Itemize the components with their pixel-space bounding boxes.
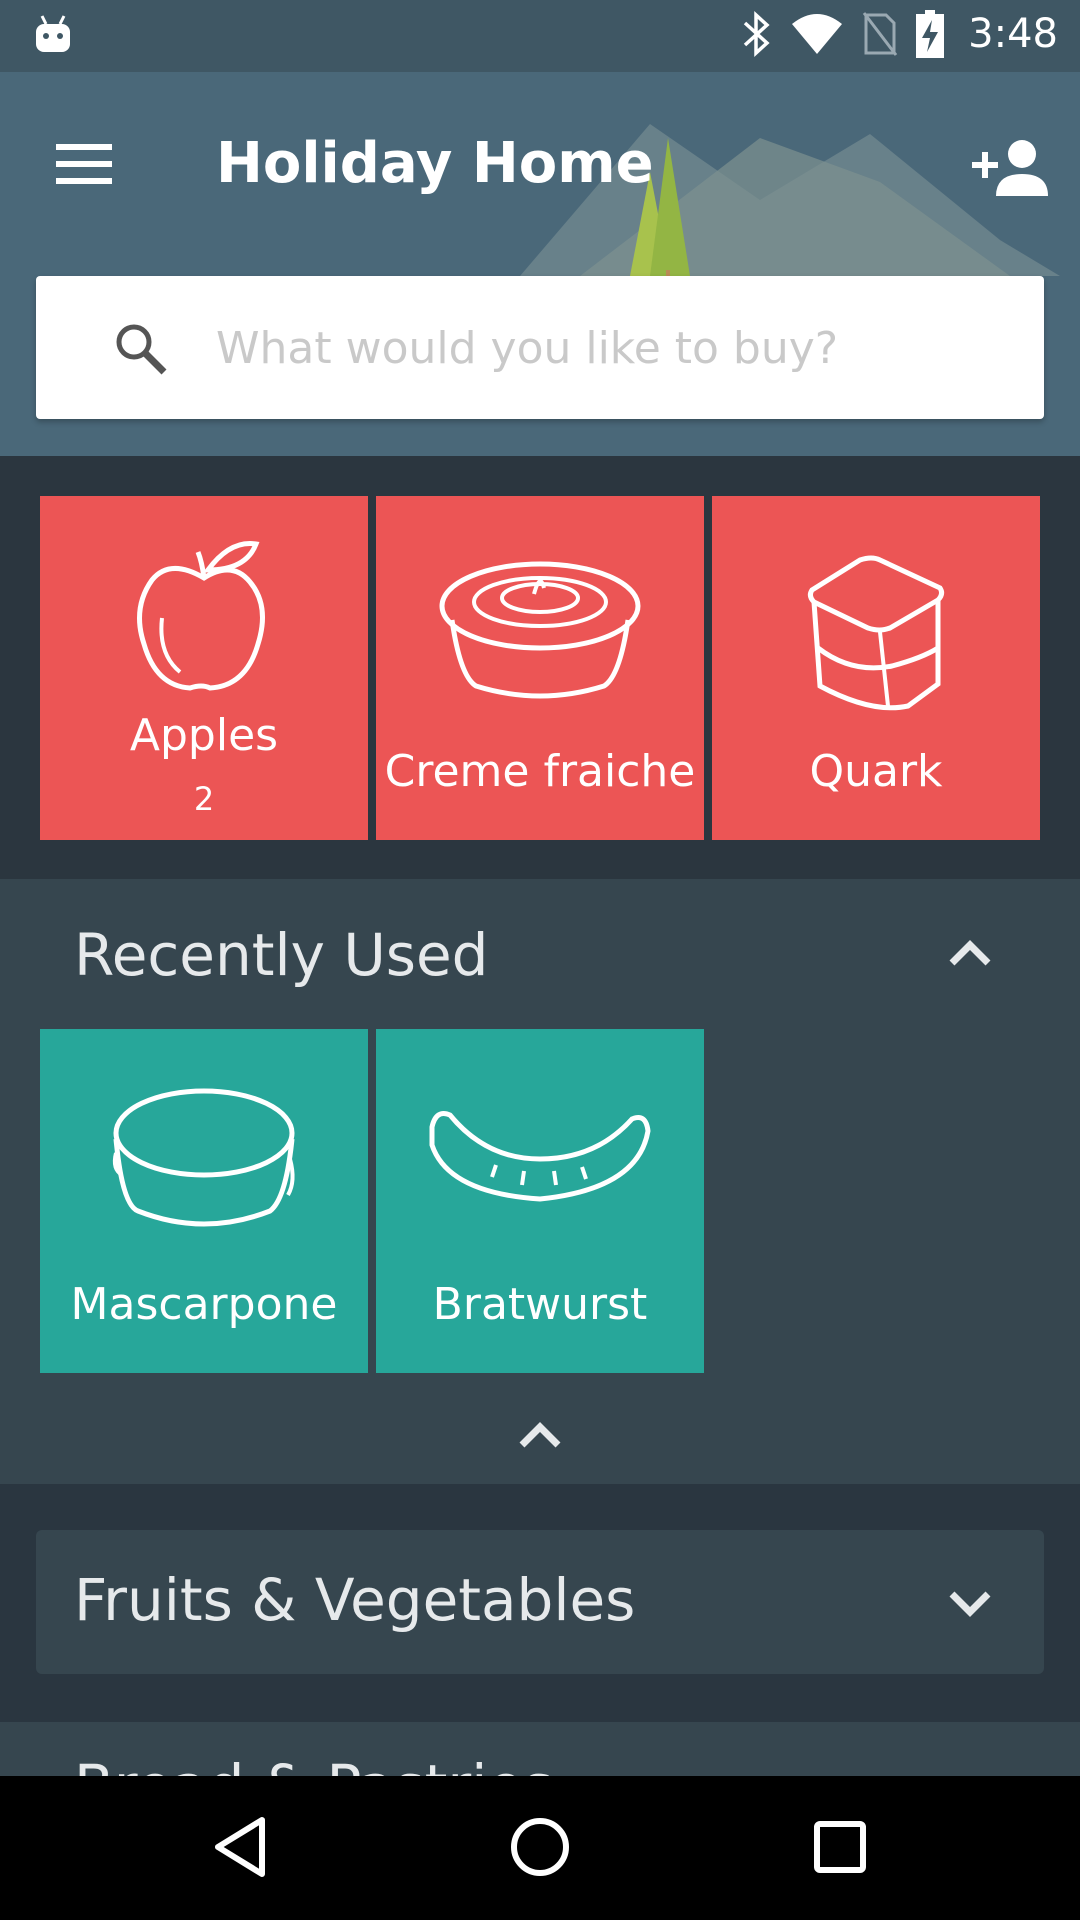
recent-item-mascarpone[interactable]: Mascarpone [40,1029,368,1373]
wifi-icon [792,14,843,54]
list-item-creme-fraiche[interactable]: Creme fraiche [376,496,704,840]
list-item-count: 2 [193,780,215,818]
category-fruits-vegetables[interactable]: Fruits & Vegetables [36,1530,1044,1674]
search-bar[interactable] [36,276,1044,419]
back-icon[interactable] [210,1812,270,1882]
page-title: Holiday Home [216,131,654,196]
system-nav-bar [0,1776,1080,1920]
category-label: Fruits & Vegetables [74,1566,636,1634]
list-item-label: Apples [129,710,279,761]
sausage-icon [429,1111,651,1202]
creme-fraiche-icon [439,561,641,699]
no-sim-icon [862,12,898,56]
chevron-down-icon[interactable] [946,1588,994,1620]
chevron-up-icon[interactable] [516,1419,564,1451]
list-item-apples[interactable]: Apples 2 [40,496,368,840]
clock: 3:48 [968,11,1058,57]
recent-item-label: Bratwurst [432,1279,648,1330]
home-icon[interactable] [508,1812,572,1882]
shopping-list: Apples 2 Creme fraiche Quark [0,456,1080,879]
mascarpone-icon [112,1088,295,1227]
search-input[interactable] [216,306,1016,390]
list-item-label: Quark [809,746,943,797]
recent-item-label: Mascarpone [70,1279,338,1330]
android-icon [36,15,70,52]
list-item-quark[interactable]: Quark [712,496,1040,840]
bluetooth-icon [743,11,770,57]
chevron-up-icon[interactable] [946,937,994,969]
person-add-icon[interactable] [970,126,1050,206]
status-bar: 3:48 [0,0,1080,72]
search-icon [116,324,167,375]
category-bread-pastries[interactable]: Bread & Pastries [0,1722,1080,1782]
hamburger-menu-icon[interactable] [44,124,124,204]
list-item-label: Creme fraiche [384,746,696,797]
quark-icon [807,555,945,711]
recently-used-section: Recently Used Mascarpone Bratwurst [0,879,1080,1484]
battery-charging-icon [916,10,945,58]
recents-icon[interactable] [812,1812,868,1882]
section-heading: Recently Used [74,921,489,989]
apple-icon [137,541,265,691]
recent-item-bratwurst[interactable]: Bratwurst [376,1029,704,1373]
